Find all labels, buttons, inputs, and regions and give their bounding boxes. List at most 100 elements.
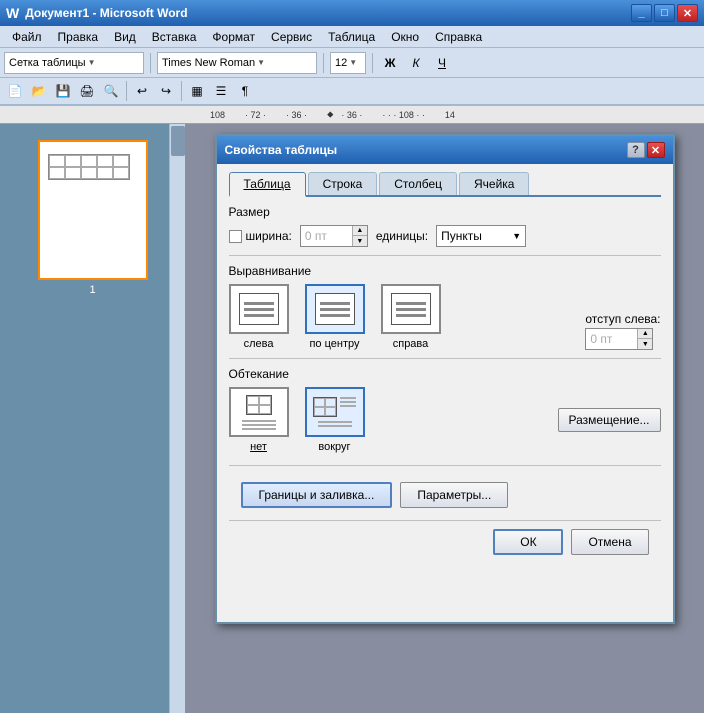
action-buttons-row: Границы и заливка... Параметры... xyxy=(229,474,661,512)
tab-column[interactable]: Столбец xyxy=(379,172,457,195)
size-row: ширина: 0 пт ▲ ▼ единицы: Пункты xyxy=(229,225,661,247)
thumb-cell-1 xyxy=(49,155,65,167)
borders-button[interactable]: Границы и заливка... xyxy=(241,482,393,508)
bold-button[interactable]: Ж xyxy=(379,52,401,74)
dialog-close-button[interactable]: ✕ xyxy=(647,142,665,158)
indent-section: отступ слева: 0 пт ▲ ▼ xyxy=(585,312,660,350)
tab-table[interactable]: Таблица xyxy=(229,172,306,197)
wrap-none-option[interactable]: нет xyxy=(229,387,289,453)
ok-button[interactable]: ОК xyxy=(493,529,563,555)
toolbar-standard: 📄 📂 💾 🖨 🔍 ↩ ↪ ▦ ☰ ¶ xyxy=(0,78,704,106)
table-properties-dialog: Свойства таблицы ? ✕ Таблица Строка xyxy=(215,134,675,624)
cancel-button[interactable]: Отмена xyxy=(571,529,648,555)
app-icon: W xyxy=(6,5,19,21)
width-spin-up[interactable]: ▲ xyxy=(353,226,367,236)
dialog-tab-bar: Таблица Строка Столбец Ячейка xyxy=(229,172,661,197)
maximize-button[interactable]: □ xyxy=(654,4,675,22)
align-center-icon[interactable] xyxy=(305,284,365,334)
save-button[interactable]: 💾 xyxy=(52,80,74,102)
menu-insert[interactable]: Вставка xyxy=(144,28,205,46)
align-row: слева по центру xyxy=(229,284,661,350)
indent-spin-up[interactable]: ▲ xyxy=(638,329,652,339)
print-button[interactable]: 🖨 xyxy=(76,80,98,102)
style-dropdown-arrow: ▼ xyxy=(88,58,96,67)
width-spin-down[interactable]: ▼ xyxy=(353,236,367,246)
align-right-inner xyxy=(391,293,431,325)
wrap-none-icon[interactable] xyxy=(229,387,289,437)
style-dropdown-value: Сетка таблицы xyxy=(9,57,86,69)
dialog-help-button[interactable]: ? xyxy=(627,142,645,158)
align-right-line-1 xyxy=(396,302,426,305)
units-dropdown[interactable]: Пункты ▼ xyxy=(436,225,526,247)
options-button[interactable]: Параметры... xyxy=(400,482,508,508)
align-right-option[interactable]: справа xyxy=(381,284,441,350)
indent-spin-down[interactable]: ▼ xyxy=(638,339,652,349)
paragraph-button[interactable]: ¶ xyxy=(234,80,256,102)
menu-bar: Файл Правка Вид Вставка Формат Сервис Та… xyxy=(0,26,704,48)
width-checkbox[interactable] xyxy=(229,230,242,243)
tab-cell[interactable]: Ячейка xyxy=(459,172,529,195)
width-label: ширина: xyxy=(246,229,292,243)
menu-format[interactable]: Формат xyxy=(204,28,263,46)
toolbar-formatting: Сетка таблицы ▼ Times New Roman ▼ 12 ▼ Ж… xyxy=(0,48,704,78)
columns-button[interactable]: ☰ xyxy=(210,80,232,102)
thumb-cell-9 xyxy=(97,167,113,179)
menu-edit[interactable]: Правка xyxy=(50,28,107,46)
wrap-around-inner xyxy=(313,394,357,430)
tab-row[interactable]: Строка xyxy=(308,172,378,195)
align-left-icon[interactable] xyxy=(229,284,289,334)
insert-table-button[interactable]: ▦ xyxy=(186,80,208,102)
font-dropdown[interactable]: Times New Roman ▼ xyxy=(157,52,317,74)
undo-button[interactable]: ↩ xyxy=(131,80,153,102)
redo-button[interactable]: ↪ xyxy=(155,80,177,102)
units-dropdown-arrow: ▼ xyxy=(512,231,521,241)
align-left-option[interactable]: слева xyxy=(229,284,289,350)
italic-button[interactable]: К xyxy=(405,52,427,74)
align-right-line-3 xyxy=(396,314,426,317)
menu-tools[interactable]: Сервис xyxy=(263,28,320,46)
width-input[interactable]: 0 пт ▲ ▼ xyxy=(300,225,368,247)
dialog-overlay: Свойства таблицы ? ✕ Таблица Строка xyxy=(185,124,704,713)
align-center-option[interactable]: по центру xyxy=(305,284,365,350)
menu-window[interactable]: Окно xyxy=(383,28,427,46)
underline-button[interactable]: Ч xyxy=(431,52,453,74)
font-size-dropdown[interactable]: 12 ▼ xyxy=(330,52,366,74)
units-label: единицы: xyxy=(376,229,428,243)
align-right-icon[interactable] xyxy=(381,284,441,334)
align-center-line-3 xyxy=(320,314,350,317)
page-number: 1 xyxy=(89,284,95,296)
close-button[interactable]: ✕ xyxy=(677,4,698,22)
thumbnail-table xyxy=(48,154,130,180)
font-size-value: 12 xyxy=(335,57,347,69)
scroll-thumb[interactable] xyxy=(171,126,185,156)
menu-help[interactable]: Справка xyxy=(427,28,490,46)
align-center-label: по центру xyxy=(309,338,359,350)
align-left-label: слева xyxy=(244,338,274,350)
wrap-around-icon[interactable] xyxy=(305,387,365,437)
left-scrollbar[interactable] xyxy=(169,124,185,713)
main-area: 1 Свойства таблицы ? ✕ xyxy=(0,124,704,713)
width-checkbox-label[interactable]: ширина: xyxy=(229,229,292,243)
thumb-cell-6 xyxy=(49,167,65,179)
wrap-none-inner xyxy=(237,394,281,430)
bottom-buttons-row: ОК Отмена xyxy=(229,520,661,563)
style-dropdown[interactable]: Сетка таблицы ▼ xyxy=(4,52,144,74)
menu-file[interactable]: Файл xyxy=(4,28,50,46)
indent-input[interactable]: 0 пт ▲ ▼ xyxy=(585,328,653,350)
wrap-row: нет xyxy=(229,387,661,453)
preview-button[interactable]: 🔍 xyxy=(100,80,122,102)
menu-view[interactable]: Вид xyxy=(106,28,144,46)
open-button[interactable]: 📂 xyxy=(28,80,50,102)
units-value: Пункты xyxy=(441,229,482,243)
menu-table[interactable]: Таблица xyxy=(320,28,383,46)
placement-button[interactable]: Размещение... xyxy=(558,408,661,432)
wrap-around-table xyxy=(313,397,337,417)
wrap-around-option[interactable]: вокруг xyxy=(305,387,365,453)
new-button[interactable]: 📄 xyxy=(4,80,26,102)
minimize-button[interactable]: _ xyxy=(631,4,652,22)
dialog-title-bar: Свойства таблицы ? ✕ xyxy=(217,136,673,164)
thumb-cell-4 xyxy=(97,155,113,167)
thumb-cell-7 xyxy=(65,167,81,179)
placement-button-container: Размещение... xyxy=(558,408,661,432)
dialog-title-buttons: ? ✕ xyxy=(627,142,665,158)
